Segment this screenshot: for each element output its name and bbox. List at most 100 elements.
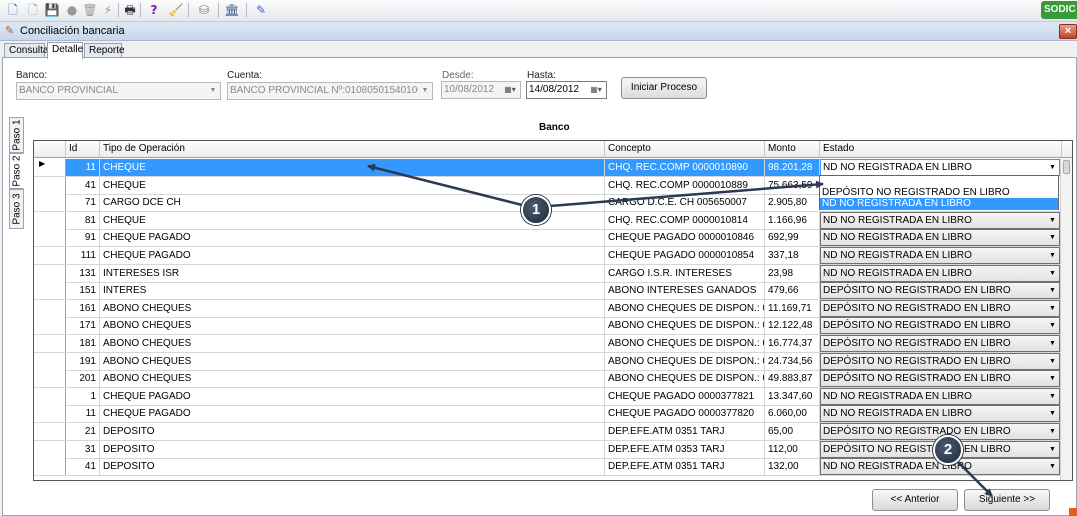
cell-id[interactable]: 41	[66, 176, 100, 194]
row-header[interactable]	[34, 299, 66, 317]
broom-icon[interactable]: 🧹	[168, 2, 184, 18]
cell-monto[interactable]: 98.201,28	[765, 159, 820, 176]
cell-tipo[interactable]: ABONO CHEQUES	[100, 299, 605, 317]
cell-tipo[interactable]: CHEQUE	[100, 176, 605, 194]
close-button[interactable]: ×	[1059, 24, 1077, 39]
step-paso-2[interactable]: Paso 2	[9, 153, 24, 189]
cell-concepto[interactable]: CHQ. REC.COMP 0000010890	[605, 159, 765, 176]
col-header-estado[interactable]: Estado	[820, 141, 1062, 157]
row-header[interactable]	[34, 458, 66, 476]
cell-concepto[interactable]: CHEQUE PAGADO 0000377820	[605, 405, 765, 423]
cell-tipo[interactable]: INTERES	[100, 282, 605, 300]
cell-id[interactable]: 31	[66, 440, 100, 458]
cell-id[interactable]: 41	[66, 458, 100, 476]
row-header[interactable]	[34, 423, 66, 440]
table-row[interactable]: 161 ABONO CHEQUES ABONO CHEQUES DE DISPON.…	[34, 299, 1062, 318]
cell-id[interactable]: 131	[66, 264, 100, 282]
cell-id[interactable]: 151	[66, 282, 100, 300]
cell-id[interactable]: 191	[66, 352, 100, 370]
cell-monto[interactable]: 49.883,87	[765, 370, 820, 388]
estado-select[interactable]: DEPÓSITO NO REGISTRADO EN LIBRO ▼	[820, 299, 1060, 317]
cell-tipo[interactable]: DEPOSITO	[100, 458, 605, 476]
cell-monto[interactable]: 13.347,60	[765, 387, 820, 405]
row-header[interactable]	[34, 352, 66, 370]
cell-concepto[interactable]: DEP.EFE.ATM 0351 TARJ	[605, 458, 765, 476]
table-row[interactable]: 41 DEPOSITO DEP.EFE.ATM 0351 TARJ 132,00 ND …	[34, 458, 1062, 477]
cell-id[interactable]: 81	[66, 211, 100, 229]
cell-monto[interactable]: 337,18	[765, 247, 820, 264]
resize-grip[interactable]	[1069, 508, 1077, 516]
table-row[interactable]: 21 DEPOSITO DEP.EFE.ATM 0351 TARJ 65,00 DEPÓ…	[34, 423, 1062, 441]
row-header[interactable]	[34, 387, 66, 405]
table-row[interactable]: 131 INTERESES ISR CARGO I.S.R. INTERESES 23…	[34, 264, 1062, 283]
calendar-icon[interactable]: ▦▾	[587, 83, 605, 97]
row-header[interactable]	[34, 317, 66, 335]
row-header[interactable]	[34, 247, 66, 264]
cell-id[interactable]: 201	[66, 370, 100, 388]
cell-monto[interactable]: 24.734,56	[765, 352, 820, 370]
cell-tipo[interactable]: CHEQUE PAGADO	[100, 405, 605, 423]
grid-scrollbar[interactable]	[1060, 158, 1072, 480]
cell-tipo[interactable]: ABONO CHEQUES	[100, 317, 605, 335]
table-row[interactable]: 111 CHEQUE PAGADO CHEQUE PAGADO 0000010854…	[34, 247, 1062, 265]
estado-select[interactable]: DEPÓSITO NO REGISTRADO EN LIBRO ▼	[820, 317, 1060, 335]
cell-id[interactable]: 11	[66, 405, 100, 423]
row-header[interactable]	[34, 176, 66, 194]
cell-id[interactable]: 1	[66, 387, 100, 405]
cell-monto[interactable]: 23,98	[765, 264, 820, 282]
cuenta-select[interactable]: BANCO PROVINCIAL Nº:0108050154010001876 …	[227, 82, 433, 100]
col-header-tipo[interactable]: Tipo de Operación	[100, 141, 605, 157]
estado-select[interactable]: ND NO REGISTRADA EN LIBRO ▼	[820, 264, 1060, 282]
cell-tipo[interactable]: ABONO CHEQUES	[100, 335, 605, 352]
row-header[interactable]	[34, 211, 66, 229]
cell-tipo[interactable]: DEPOSITO	[100, 423, 605, 440]
table-row[interactable]: 191 ABONO CHEQUES ABONO CHEQUES DE DISPON.…	[34, 352, 1062, 371]
cell-concepto[interactable]: DEP.EFE.ATM 0353 TARJ	[605, 440, 765, 458]
estado-select[interactable]: DEPÓSITO NO REGISTRADO EN LIBRO ▼	[820, 282, 1060, 300]
table-row[interactable]: 171 ABONO CHEQUES ABONO CHEQUES DE DISPON.…	[34, 317, 1062, 336]
cell-concepto[interactable]: ABONO INTERESES GANADOS	[605, 282, 765, 300]
cell-tipo[interactable]: DEPOSITO	[100, 440, 605, 458]
row-header[interactable]	[34, 264, 66, 282]
cell-concepto[interactable]: CHQ. REC.COMP 0000010814	[605, 211, 765, 229]
table-row[interactable]: 1 CHEQUE PAGADO CHEQUE PAGADO 0000377821 13…	[34, 387, 1062, 406]
blank-doc-icon[interactable]: 🗋	[25, 2, 41, 18]
cell-monto[interactable]: 65,00	[765, 423, 820, 440]
calendar-icon[interactable]: ▦▾	[501, 83, 519, 97]
hasta-date-picker[interactable]: 14/08/2012 ▦▾	[526, 81, 607, 99]
estado-select[interactable]: ND NO REGISTRADA EN LIBRO ▼	[820, 229, 1060, 247]
cell-concepto[interactable]: CHEQUE PAGADO 0000010846	[605, 229, 765, 247]
step-paso-1[interactable]: Paso 1	[9, 117, 24, 153]
cell-concepto[interactable]: ABONO CHEQUES DE DISPON.: 01	[605, 352, 765, 370]
row-header[interactable]	[34, 282, 66, 300]
cell-monto[interactable]: 1.166,96	[765, 211, 820, 229]
cell-monto[interactable]: 6.060,00	[765, 405, 820, 423]
row-header[interactable]	[34, 370, 66, 388]
estado-select[interactable]: ND NO REGISTRADA EN LIBRO ▼	[820, 211, 1060, 229]
cell-monto[interactable]: 12.122,48	[765, 317, 820, 335]
row-header[interactable]	[34, 229, 66, 247]
record-icon[interactable]: ●	[64, 2, 80, 18]
lightning-icon[interactable]: ⚡	[100, 2, 116, 18]
cylinder-icon[interactable]: ⛁	[196, 2, 212, 18]
estado-select[interactable]: ND NO REGISTRADA EN LIBRO ▼	[820, 247, 1060, 264]
tab-detalle[interactable]: Detalle	[47, 42, 83, 59]
siguiente-button[interactable]: Siguiente >>	[964, 489, 1050, 511]
print-icon[interactable]: 🖶	[122, 2, 138, 18]
row-header[interactable]: ▶	[34, 159, 66, 176]
bank-icon[interactable]: 🏛	[224, 2, 240, 18]
cell-tipo[interactable]: CHEQUE PAGADO	[100, 247, 605, 264]
cell-monto[interactable]: 2.905,80	[765, 194, 820, 212]
cell-tipo[interactable]: ABONO CHEQUES	[100, 370, 605, 388]
cell-tipo[interactable]: INTERESES ISR	[100, 264, 605, 282]
estado-dropdown-list[interactable]: DEPÓSITO NO REGISTRADO EN LIBRO ND NO REG…	[819, 175, 1059, 210]
cell-id[interactable]: 161	[66, 299, 100, 317]
cell-concepto[interactable]: CHQ. REC.COMP 0000010889	[605, 176, 765, 194]
cell-monto[interactable]: 16.774,37	[765, 335, 820, 352]
table-row[interactable]: 91 CHEQUE PAGADO CHEQUE PAGADO 0000010846 6…	[34, 229, 1062, 248]
cell-id[interactable]: 181	[66, 335, 100, 352]
syringe-icon[interactable]: ✎	[253, 2, 269, 18]
cell-concepto[interactable]: ABONO CHEQUES DE DISPON.: 01	[605, 335, 765, 352]
cell-monto[interactable]: 692,99	[765, 229, 820, 247]
cell-monto[interactable]: 112,00	[765, 440, 820, 458]
